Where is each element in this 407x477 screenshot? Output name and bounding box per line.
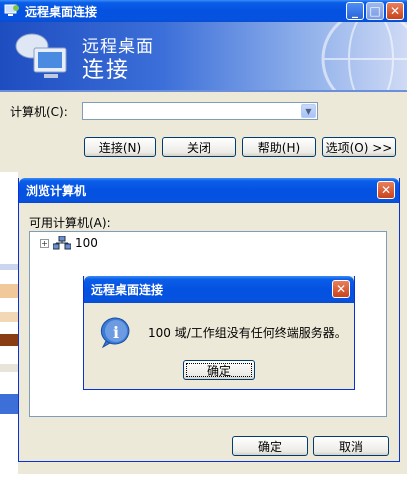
- close-button[interactable]: ✕: [386, 2, 404, 20]
- connect-button[interactable]: 连接(N): [84, 137, 156, 157]
- options-button[interactable]: 选项(O) >>: [322, 137, 396, 157]
- info-icon: i: [100, 317, 130, 348]
- minimize-button[interactable]: _: [346, 2, 364, 20]
- close-icon: ✕: [335, 282, 347, 296]
- background-window-strip: [0, 172, 18, 474]
- browse-cancel-button[interactable]: 取消: [313, 436, 389, 456]
- window-title: 远程桌面连接: [25, 4, 98, 19]
- maximize-button: □: [366, 2, 384, 20]
- computer-label: 计算机(C):: [10, 104, 68, 119]
- svg-text:i: i: [113, 323, 119, 342]
- browse-close-button[interactable]: ✕: [377, 181, 395, 199]
- close-icon: ✕: [389, 4, 401, 18]
- message-close-button[interactable]: ✕: [332, 280, 350, 298]
- banner: 远程桌面 连接: [0, 22, 407, 92]
- remote-desktop-app-icon: [4, 4, 20, 18]
- close-dialog-button[interactable]: 关闭: [162, 137, 236, 157]
- globe-decoration-icon: [321, 22, 407, 90]
- title-bar[interactable]: 远程桌面连接 _ □ ✕: [0, 0, 407, 22]
- maximize-icon: □: [369, 4, 381, 18]
- message-ok-button[interactable]: 确定: [183, 360, 255, 380]
- banner-title-line2: 连接: [82, 58, 131, 83]
- background-window-fragments: [0, 264, 18, 414]
- computer-combobox[interactable]: ▼: [82, 102, 318, 120]
- tree-item-label: 100: [75, 236, 98, 250]
- browse-dialog-title: 浏览计算机: [26, 184, 87, 198]
- chevron-down-icon: ▼: [305, 106, 312, 116]
- browse-title-bar[interactable]: 浏览计算机 ✕: [19, 178, 399, 203]
- available-computers-label: 可用计算机(A):: [29, 216, 111, 230]
- browse-ok-button[interactable]: 确定: [232, 436, 308, 456]
- tree-item[interactable]: + 100: [40, 236, 98, 250]
- message-box-title: 远程桌面连接: [91, 283, 164, 297]
- message-title-bar[interactable]: 远程桌面连接 ✕: [84, 276, 354, 303]
- network-domain-icon: [53, 236, 71, 250]
- message-box: 远程桌面连接 ✕ i 100 域/工作组没有任何终端服务器。 确定: [83, 276, 355, 390]
- combobox-dropdown-button[interactable]: ▼: [301, 104, 316, 118]
- minimize-icon: _: [352, 4, 358, 18]
- remote-desktop-logo-icon: [15, 33, 67, 78]
- close-icon: ✕: [380, 183, 392, 197]
- expand-icon[interactable]: +: [40, 238, 49, 248]
- help-button[interactable]: 帮助(H): [242, 137, 316, 157]
- message-text: 100 域/工作组没有任何终端服务器。: [148, 326, 347, 340]
